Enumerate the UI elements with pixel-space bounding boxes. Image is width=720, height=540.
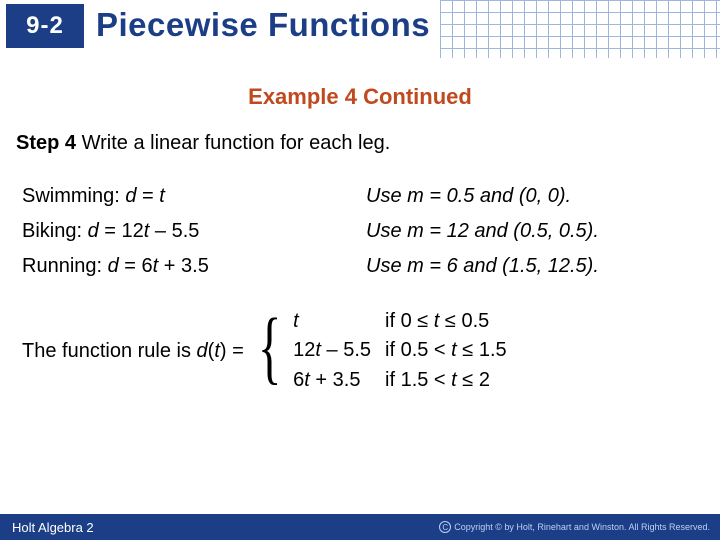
leg-eq-var-d: d [108,255,119,277]
leg-running: Running: d = 6t + 3.5 [22,255,354,278]
leg-name: Biking: [22,220,82,242]
piece-cond-pre: if 0 ≤ [385,310,434,332]
piece-expr-pre: 6 [293,369,304,391]
leg-name: Running: [22,255,102,277]
piece-cond: if 0.5 < t ≤ 1.5 [385,339,507,362]
piece-expr: 6t + 3.5 [293,369,371,392]
step-label: Step 4 [16,132,76,154]
footer-book-title: Holt Algebra 2 [12,520,94,535]
leg-eq-var-d: d [125,185,136,207]
grid-decoration [440,0,720,58]
piece-expr: t [293,310,371,333]
legs-table: Swimming: d = t Use m = 0.5 and (0, 0). … [22,185,698,278]
leg-eq-mid: = 12 [99,220,144,242]
footer-copyright: CCopyright © by Holt, Rinehart and Winst… [439,521,710,533]
leg-eq-post: + 3.5 [158,255,209,277]
leg-eq-mid: = 6 [119,255,153,277]
step-instruction: Step 4 Write a linear function for each … [16,132,704,155]
leg-eq-mid: = [136,185,159,207]
leg-eq-var-d: d [88,220,99,242]
left-brace-icon: { [258,306,282,388]
piece-cond-pre: if 1.5 < [385,369,451,391]
piece-expr-pre: 12 [293,339,315,361]
piece-cond: if 1.5 < t ≤ 2 [385,369,507,392]
step-text: Write a linear function for each leg. [82,132,391,154]
piece-cond: if 0 ≤ t ≤ 0.5 [385,310,507,333]
piece-cond-pre: if 0.5 < [385,339,451,361]
piece-expr-post: + 3.5 [310,369,361,391]
slide-footer: Holt Algebra 2 CCopyright © by Holt, Rin… [0,514,720,540]
leg-biking-hint: Use m = 12 and (0.5, 0.5). [366,220,698,243]
leg-eq-post: – 5.5 [149,220,199,242]
piece-cond-post: ≤ 2 [457,369,490,391]
rule-intro-wrap: The function rule is d(t) = [22,340,244,363]
leg-running-hint: Use m = 6 and (1.5, 12.5). [366,255,698,278]
piece-expr-post: – 5.5 [321,339,371,361]
piece-cond-post: ≤ 1.5 [457,339,507,361]
slide-header: 9-2 Piecewise Functions [0,0,720,58]
slide-title: Piecewise Functions [96,6,430,44]
piecewise-table: t if 0 ≤ t ≤ 0.5 12t – 5.5 if 0.5 < t ≤ … [293,310,506,392]
piece-expr: 12t – 5.5 [293,339,371,362]
slide-content: Step 4 Write a linear function for each … [0,132,720,392]
example-heading: Example 4 Continued [0,84,720,110]
piece-cond-post: ≤ 0.5 [439,310,489,332]
function-rule: The function rule is d(t) = { t if 0 ≤ t… [22,310,698,392]
rule-fn-name: d [197,340,208,362]
leg-eq-var-t: t [159,185,165,207]
leg-swimming: Swimming: d = t [22,185,354,208]
copyright-text: Copyright © by Holt, Rinehart and Winsto… [454,522,710,532]
leg-swimming-hint: Use m = 0.5 and (0, 0). [366,185,698,208]
leg-biking: Biking: d = 12t – 5.5 [22,220,354,243]
lesson-number-badge: 9-2 [6,4,84,48]
piecewise-brace-group: { t if 0 ≤ t ≤ 0.5 12t – 5.5 if 0.5 < t … [250,310,507,392]
copyright-icon: C [439,521,451,533]
leg-name: Swimming: [22,185,120,207]
piece-expr-var: t [293,310,299,332]
rule-fn-close: ) = [220,340,244,362]
rule-intro: The function rule is [22,340,197,362]
